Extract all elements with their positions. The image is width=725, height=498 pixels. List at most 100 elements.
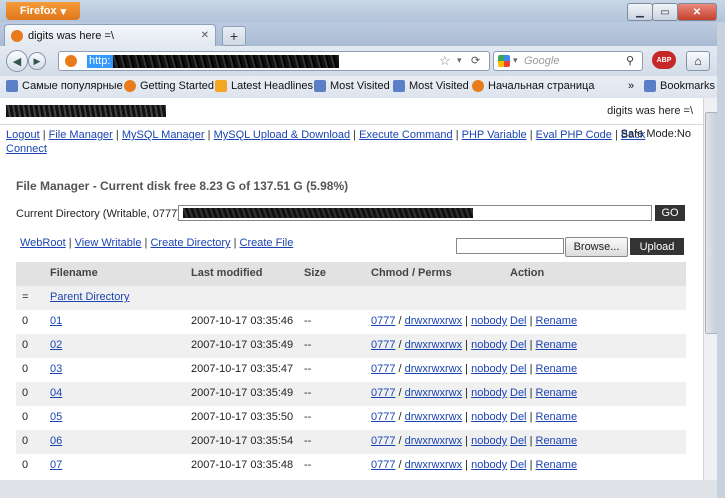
rename-link[interactable]: Rename	[536, 339, 578, 351]
tab-close-icon[interactable]: ✕	[201, 30, 209, 41]
rename-link[interactable]: Rename	[536, 411, 578, 423]
back-button[interactable]: ◀	[6, 50, 28, 72]
parent-directory-link[interactable]: Parent Directory	[50, 291, 129, 303]
owner-link[interactable]: nobody	[471, 315, 507, 327]
chmod-link[interactable]: 0777	[371, 339, 395, 351]
search-icon[interactable]: ⚲	[626, 54, 634, 67]
delete-link[interactable]: Del	[510, 411, 527, 423]
firefox-menu-button[interactable]: Firefox ▾	[6, 2, 80, 20]
create-directory-link[interactable]: Create Directory	[150, 237, 230, 249]
chmod-link[interactable]: 0777	[371, 387, 395, 399]
bookmark-item[interactable]: Most Visited	[393, 80, 469, 92]
delete-link[interactable]: Del	[510, 339, 527, 351]
history-dropdown-icon[interactable]: ▾	[457, 55, 462, 66]
perms-link[interactable]: drwxrwxrwx	[405, 459, 462, 471]
view-writable-link[interactable]: View Writable	[75, 237, 142, 249]
page-header: digits was here =\	[0, 98, 703, 125]
upload-file-input[interactable]	[456, 238, 564, 254]
row-marker: 0	[22, 411, 29, 423]
go-button[interactable]: GO	[655, 205, 685, 221]
new-tab-button[interactable]: +	[222, 26, 246, 46]
rename-link[interactable]: Rename	[536, 459, 578, 471]
reload-icon[interactable]: ⟳	[471, 54, 480, 67]
perms-link[interactable]: drwxrwxrwx	[405, 435, 462, 447]
close-button[interactable]: ✕	[677, 3, 717, 21]
menu-execute-command[interactable]: Execute Command	[359, 129, 453, 141]
owner-link[interactable]: nobody	[471, 435, 507, 447]
minimize-button[interactable]: ▁	[627, 3, 653, 21]
adblock-icon[interactable]: ABP	[652, 51, 676, 69]
rename-link[interactable]: Rename	[536, 315, 578, 327]
perms-link[interactable]: drwxrwxrwx	[405, 387, 462, 399]
owner-link[interactable]: nobody	[471, 459, 507, 471]
browse-button[interactable]: Browse...	[565, 237, 628, 257]
star-icon[interactable]: ☆	[439, 53, 451, 69]
perms-link[interactable]: drwxrwxrwx	[405, 315, 462, 327]
tab-active[interactable]: digits was here =\ ✕	[4, 24, 216, 46]
search-input[interactable]: Google	[524, 55, 559, 67]
table-row: 0 03 2007-10-17 03:35:47 -- 0777 / drwxrwxrw…	[16, 358, 686, 382]
owner-link[interactable]: nobody	[471, 411, 507, 423]
chmod-link[interactable]: 0777	[371, 315, 395, 327]
menu-mysql-upload-download[interactable]: MySQL Upload & Download	[214, 129, 351, 141]
chmod-link[interactable]: 0777	[371, 459, 395, 471]
delete-link[interactable]: Del	[510, 315, 527, 327]
filename-link[interactable]: 02	[50, 339, 62, 351]
create-file-link[interactable]: Create File	[240, 237, 294, 249]
last-modified: 2007-10-17 03:35:50	[191, 411, 294, 423]
maximize-button[interactable]: ▭	[652, 3, 678, 21]
file-size: --	[304, 363, 312, 375]
menu-connect[interactable]: Connect	[6, 143, 47, 155]
search-bar[interactable]: ▾ Google ⚲	[493, 51, 643, 71]
menu-file-manager[interactable]: File Manager	[49, 129, 113, 141]
chmod-link[interactable]: 0777	[371, 363, 395, 375]
delete-link[interactable]: Del	[510, 459, 527, 471]
filename-link[interactable]: 06	[50, 435, 62, 447]
file-size: --	[304, 339, 312, 351]
bookmarks-overflow[interactable]: »	[628, 80, 634, 92]
filename-link[interactable]: 04	[50, 387, 62, 399]
home-button[interactable]: ⌂	[686, 51, 710, 71]
url-bar[interactable]: http: ☆ ▾ ⟳	[58, 51, 490, 71]
owner-link[interactable]: nobody	[471, 363, 507, 375]
home-icon: ⌂	[694, 54, 702, 68]
bookmarks-menu-button[interactable]: Bookmarks	[644, 80, 715, 92]
bookmark-label: Самые популярные	[22, 80, 123, 92]
bookmark-item[interactable]: Начальная страница	[472, 80, 594, 92]
chmod-link[interactable]: 0777	[371, 435, 395, 447]
owner-link[interactable]: nobody	[471, 339, 507, 351]
bookmark-item[interactable]: Most Visited	[314, 80, 390, 92]
forward-button[interactable]: ▶	[28, 52, 46, 70]
rename-link[interactable]: Rename	[536, 387, 578, 399]
perms-link[interactable]: drwxrwxrwx	[405, 363, 462, 375]
menu-php-variable[interactable]: PHP Variable	[462, 129, 527, 141]
menu-mysql-manager[interactable]: MySQL Manager	[122, 129, 205, 141]
engine-dropdown-icon[interactable]: ▾	[513, 55, 518, 66]
bookmark-item[interactable]: Latest Headlines	[215, 80, 313, 92]
filename-link[interactable]: 01	[50, 315, 62, 327]
chmod-link[interactable]: 0777	[371, 411, 395, 423]
rename-link[interactable]: Rename	[536, 363, 578, 375]
perms-link[interactable]: drwxrwxrwx	[405, 339, 462, 351]
filename-link[interactable]: 03	[50, 363, 62, 375]
filename-link[interactable]: 07	[50, 459, 62, 471]
current-directory-input[interactable]	[178, 205, 652, 221]
vertical-scrollbar[interactable]	[703, 98, 718, 480]
file-size: --	[304, 435, 312, 447]
menu-eval-php-code[interactable]: Eval PHP Code	[536, 129, 612, 141]
filename-link[interactable]: 05	[50, 411, 62, 423]
delete-link[interactable]: Del	[510, 435, 527, 447]
delete-link[interactable]: Del	[510, 387, 527, 399]
rename-link[interactable]: Rename	[536, 435, 578, 447]
owner-link[interactable]: nobody	[471, 387, 507, 399]
upload-button[interactable]: Upload	[630, 238, 684, 255]
menu-logout[interactable]: Logout	[6, 129, 40, 141]
bookmark-item[interactable]: Getting Started	[124, 80, 214, 92]
google-engine-icon[interactable]	[498, 55, 510, 67]
table-row: 0 05 2007-10-17 03:35:50 -- 0777 / drwxrwxrw…	[16, 406, 686, 430]
delete-link[interactable]: Del	[510, 363, 527, 375]
bookmark-item[interactable]: Самые популярные	[6, 80, 123, 92]
perms-link[interactable]: drwxrwxrwx	[405, 411, 462, 423]
webroot-link[interactable]: WebRoot	[20, 237, 66, 249]
hostname-redaction	[6, 105, 166, 117]
